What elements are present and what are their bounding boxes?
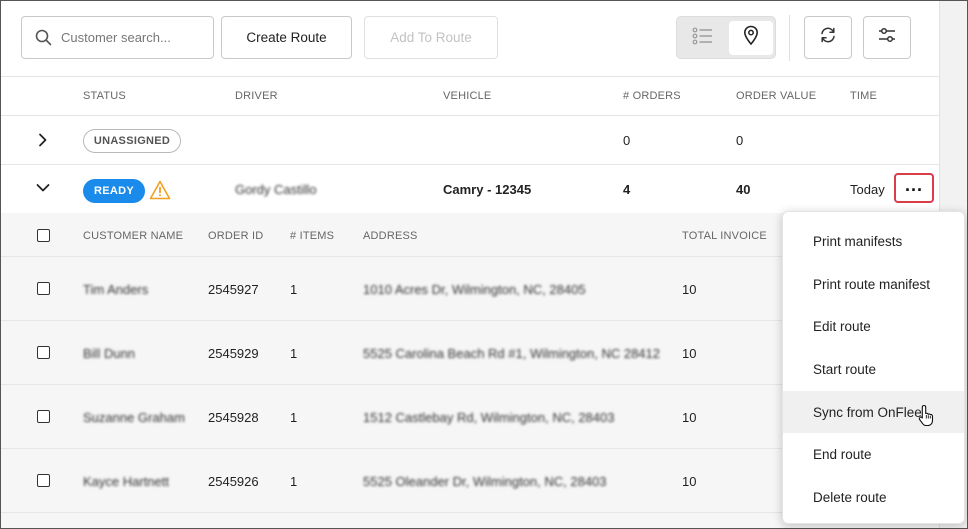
customer-name: Tim Anders: [83, 282, 149, 297]
order-value: 40: [736, 182, 751, 197]
menu-item-print-manifests[interactable]: Print manifests: [783, 220, 964, 263]
chevron-down-icon[interactable]: [35, 180, 51, 196]
driver-name: Gordy Castillo: [235, 182, 317, 197]
customer-name: Bill Dunn: [83, 346, 136, 361]
address: 5525 Oleander Dr, Wilmington, NC, 28403: [363, 474, 607, 489]
order-checkbox[interactable]: [37, 346, 50, 359]
address: 1010 Acres Dr, Wilmington, NC, 28405: [363, 282, 586, 297]
menu-item-delete-route[interactable]: Delete route: [783, 476, 964, 519]
select-all-checkbox[interactable]: [37, 229, 50, 242]
total-invoice: 10: [682, 282, 697, 297]
total-invoice: 10: [682, 410, 697, 425]
menu-item-print-route-manifest[interactable]: Print route manifest: [783, 263, 964, 306]
menu-item-edit-route[interactable]: Edit route: [783, 305, 964, 348]
order-id: 2545926: [208, 474, 259, 489]
view-toggle: [676, 16, 776, 59]
address: 5525 Carolina Beach Rd #1, Wilmington, N…: [363, 346, 661, 361]
order-id: 2545929: [208, 346, 259, 361]
address: 1512 Castlebay Rd, Wilmington, NC, 28403: [363, 410, 615, 425]
status-badge: UNASSIGNED: [83, 129, 181, 153]
header-orders: # ORDERS: [623, 90, 681, 102]
search-icon: [34, 29, 52, 47]
order-checkbox[interactable]: [37, 410, 50, 423]
header-customer-name: CUSTOMER NAME: [83, 230, 184, 242]
item-count: 1: [290, 410, 298, 425]
menu-item-sync-from-onfleet[interactable]: Sync from OnFleet: [783, 390, 964, 434]
status-badge: READY: [83, 179, 145, 203]
header-total-invoice: TOTAL INVOICE: [682, 230, 767, 242]
warning-icon[interactable]: [149, 180, 171, 200]
order-checkbox[interactable]: [37, 282, 50, 295]
header-vehicle: VEHICLE: [443, 90, 492, 102]
routes-table-header: STATUS DRIVER VEHICLE # ORDERS ORDER VAL…: [1, 77, 939, 116]
sync-icon: [819, 26, 837, 49]
list-view-icon: [692, 26, 714, 51]
map-pin-icon: [743, 25, 759, 51]
customer-name: Suzanne Graham: [83, 410, 185, 425]
route-time: Today 1: [850, 182, 888, 197]
orders-count: 0: [623, 133, 631, 148]
order-value: 0: [736, 133, 744, 148]
header-order-id: ORDER ID: [208, 230, 264, 242]
header-order-value: ORDER VALUE: [736, 90, 817, 102]
header-items: # ITEMS: [290, 230, 335, 242]
vehicle-name: Camry - 12345: [443, 182, 532, 197]
sync-button[interactable]: [804, 16, 852, 59]
search-input[interactable]: [61, 30, 201, 45]
header-address: ADDRESS: [363, 230, 418, 242]
create-route-button[interactable]: Create Route: [221, 16, 352, 59]
order-id: 2545927: [208, 282, 259, 297]
item-count: 1: [290, 346, 298, 361]
list-view-toggle[interactable]: [681, 21, 725, 55]
add-to-route-button[interactable]: Add To Route: [364, 16, 498, 59]
customer-search[interactable]: [21, 16, 214, 59]
pointer-cursor-icon: [918, 404, 936, 427]
orders-count: 4: [623, 182, 631, 197]
chevron-right-icon[interactable]: [35, 132, 51, 148]
filter-button[interactable]: [863, 16, 911, 59]
route-row-ready[interactable]: READY Gordy Castillo Camry - 12345 4 40 …: [1, 165, 939, 213]
header-time: TIME: [850, 90, 878, 102]
order-checkbox[interactable]: [37, 474, 50, 487]
menu-item-end-route[interactable]: End route: [783, 433, 964, 476]
total-invoice: 10: [682, 474, 697, 489]
route-row-unassigned[interactable]: UNASSIGNED 0 0: [1, 116, 939, 165]
item-count: 1: [290, 282, 298, 297]
map-view-toggle[interactable]: [729, 21, 773, 55]
total-invoice: 10: [682, 346, 697, 361]
route-actions-button[interactable]: ...: [894, 173, 934, 203]
order-id: 2545928: [208, 410, 259, 425]
toolbar: Create Route Add To Route: [1, 1, 939, 77]
header-driver: DRIVER: [235, 90, 278, 102]
filter-sliders-icon: [877, 26, 897, 49]
menu-item-start-route[interactable]: Start route: [783, 348, 964, 391]
toolbar-divider: [789, 15, 790, 61]
customer-name: Kayce Hartnett: [83, 474, 169, 489]
item-count: 1: [290, 474, 298, 489]
more-horizontal-icon: ...: [904, 175, 923, 195]
header-status: STATUS: [83, 90, 126, 102]
route-actions-menu: Print manifests Print route manifest Edi…: [782, 211, 965, 524]
